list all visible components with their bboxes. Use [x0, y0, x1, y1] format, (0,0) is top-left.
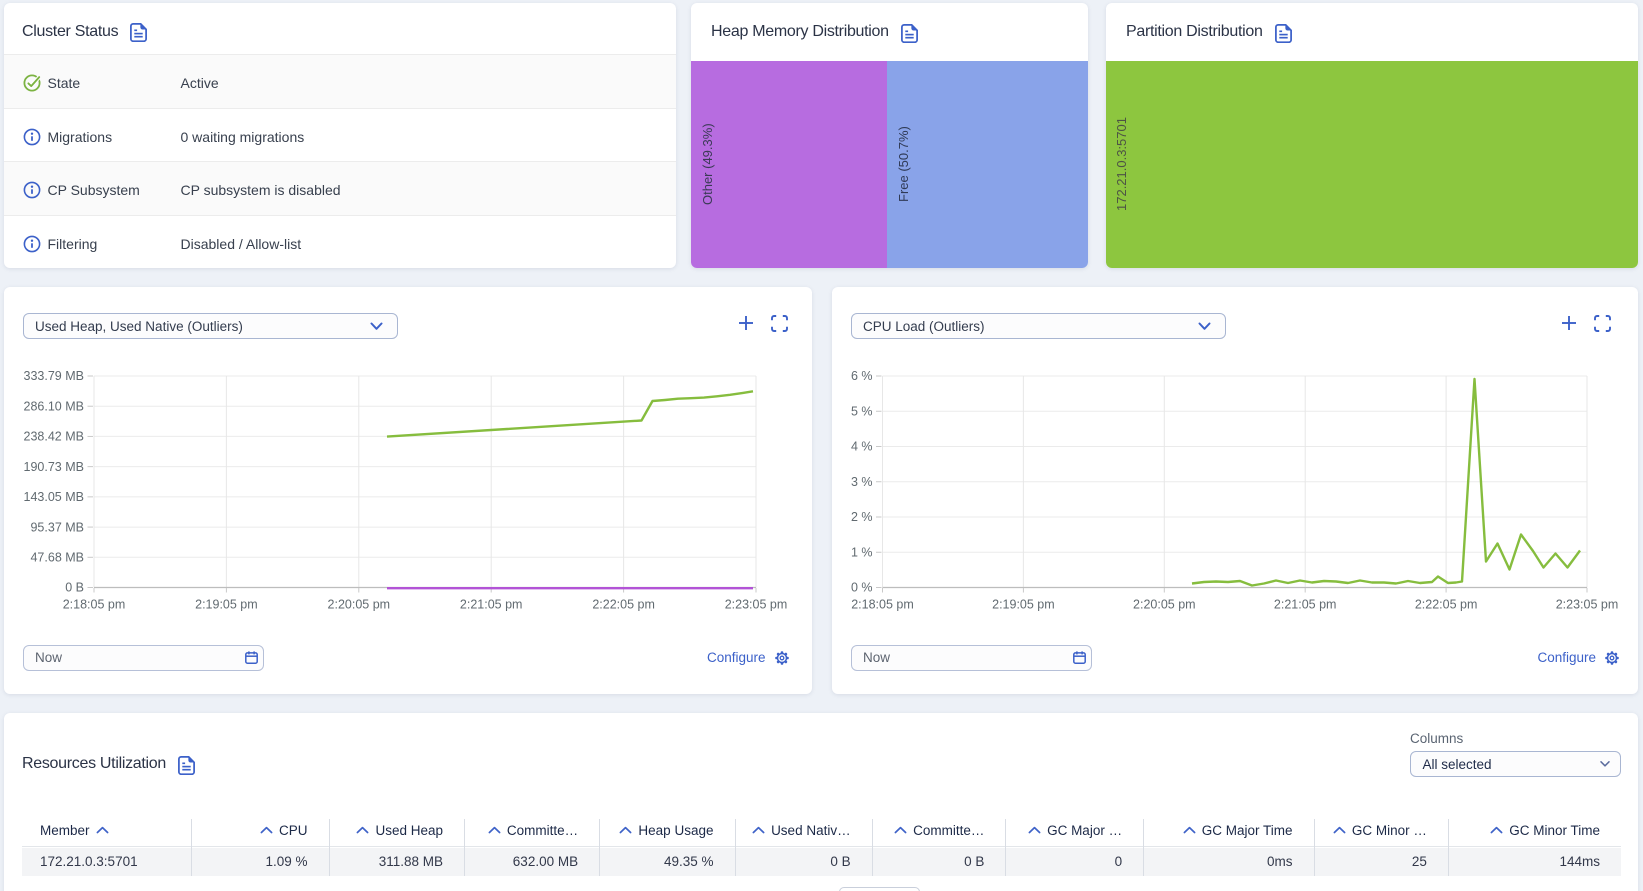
svg-text:238.42 MB: 238.42 MB	[24, 430, 84, 444]
svg-text:2:23:05 pm: 2:23:05 pm	[725, 598, 788, 612]
svg-text:47.68 MB: 47.68 MB	[30, 550, 84, 564]
svg-text:286.10 MB: 286.10 MB	[24, 399, 84, 413]
svg-text:0 B: 0 B	[65, 581, 84, 595]
svg-text:2:20:05 pm: 2:20:05 pm	[328, 598, 391, 612]
svg-text:2:21:05 pm: 2:21:05 pm	[460, 598, 523, 612]
svg-text:2:19:05 pm: 2:19:05 pm	[992, 598, 1055, 612]
svg-text:95.37 MB: 95.37 MB	[30, 520, 84, 534]
svg-text:2:20:05 pm: 2:20:05 pm	[1133, 598, 1196, 612]
svg-text:3 %: 3 %	[851, 475, 873, 489]
svg-text:0 %: 0 %	[851, 581, 873, 595]
svg-text:4 %: 4 %	[851, 440, 873, 454]
svg-text:2:22:05 pm: 2:22:05 pm	[1415, 598, 1478, 612]
svg-text:2 %: 2 %	[851, 510, 873, 524]
svg-text:5 %: 5 %	[851, 404, 873, 418]
svg-text:333.79 MB: 333.79 MB	[24, 369, 84, 383]
svg-text:2:18:05 pm: 2:18:05 pm	[63, 598, 126, 612]
svg-text:6 %: 6 %	[851, 369, 873, 383]
svg-text:2:21:05 pm: 2:21:05 pm	[1274, 598, 1337, 612]
svg-text:2:23:05 pm: 2:23:05 pm	[1556, 598, 1619, 612]
svg-text:143.05 MB: 143.05 MB	[24, 490, 84, 504]
svg-text:190.73 MB: 190.73 MB	[24, 460, 84, 474]
svg-text:2:22:05 pm: 2:22:05 pm	[592, 598, 655, 612]
svg-text:2:19:05 pm: 2:19:05 pm	[195, 598, 258, 612]
svg-text:2:18:05 pm: 2:18:05 pm	[851, 598, 914, 612]
svg-text:1 %: 1 %	[851, 545, 873, 559]
